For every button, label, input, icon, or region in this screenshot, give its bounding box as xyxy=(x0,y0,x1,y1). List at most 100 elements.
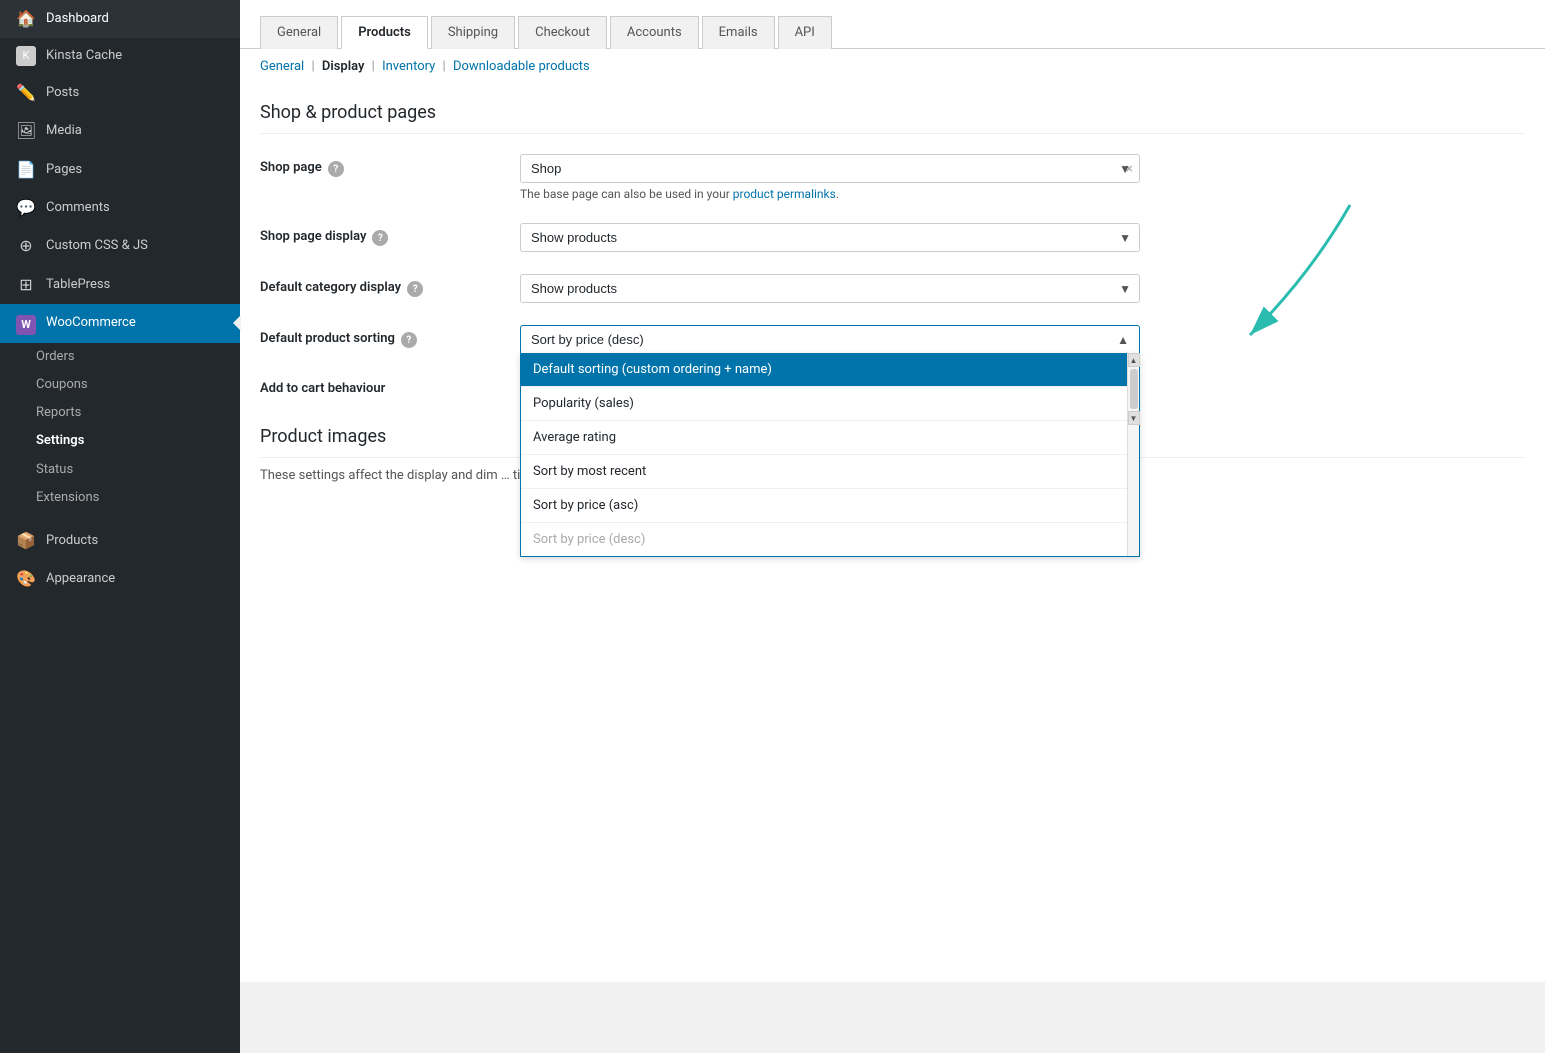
shop-page-select-wrap: Shop × ▼ xyxy=(520,154,1140,183)
sidebar-item-label: TablePress xyxy=(46,276,224,294)
subnav-display: Display xyxy=(322,59,365,74)
category-display-label: Default category display ? xyxy=(260,274,520,297)
tabs-bar: General Products Shipping Checkout Accou… xyxy=(240,0,1545,49)
sidebar-item-products[interactable]: 📦 Products xyxy=(0,522,240,560)
settings-row-shop-page-display: Shop page display ? Show products ▼ xyxy=(260,223,1525,252)
kinsta-icon: K xyxy=(16,46,36,65)
tablepress-icon: ⊞ xyxy=(16,274,36,296)
subnav-sep-2: | xyxy=(372,59,375,74)
sidebar-item-extensions[interactable]: Extensions xyxy=(36,484,240,512)
sidebar-item-label: Posts xyxy=(46,84,224,102)
sidebar-item-status[interactable]: Status xyxy=(36,456,240,484)
sidebar-item-label: Products xyxy=(46,532,224,550)
tab-accounts[interactable]: Accounts xyxy=(610,16,699,49)
sidebar-item-label: Custom CSS & JS xyxy=(46,237,224,255)
sidebar-item-woocommerce[interactable]: W WooCommerce xyxy=(0,304,240,343)
dropdown-item-popularity[interactable]: Popularity (sales) xyxy=(521,387,1127,421)
dropdown-item-recent[interactable]: Sort by most recent xyxy=(521,455,1127,489)
category-display-select[interactable]: Show products xyxy=(521,275,1139,302)
category-display-help-icon[interactable]: ? xyxy=(407,281,423,297)
woocommerce-submenu: Orders Coupons Reports Settings Status E… xyxy=(0,343,240,512)
product-sorting-arrow-btn[interactable]: ▲ xyxy=(1107,327,1139,353)
sidebar-item-pages[interactable]: 📄 Pages xyxy=(0,151,240,189)
shop-page-display-select-wrap: Show products ▼ xyxy=(520,223,1140,252)
sidebar-item-tablepress[interactable]: ⊞ TablePress xyxy=(0,266,240,304)
product-sorting-label: Default product sorting ? xyxy=(260,325,520,348)
dropdown-scrollbar: ▲ ▼ xyxy=(1127,353,1139,556)
product-permalinks-link[interactable]: product permalinks xyxy=(733,187,836,201)
posts-icon: ✏️ xyxy=(16,82,36,104)
media-icon: 🖼 xyxy=(16,120,36,142)
tab-shipping[interactable]: Shipping xyxy=(431,16,515,49)
tab-emails[interactable]: Emails xyxy=(702,16,775,49)
sidebar: 🏠 Dashboard K Kinsta Cache ✏️ Posts 🖼 Me… xyxy=(0,0,240,1053)
dropdown-item-default[interactable]: Default sorting (custom ordering + name) xyxy=(521,353,1127,387)
scroll-up-btn[interactable]: ▲ xyxy=(1128,353,1140,367)
sidebar-item-orders[interactable]: Orders xyxy=(36,343,240,371)
sidebar-item-custom-css-js[interactable]: ⊕ Custom CSS & JS xyxy=(0,227,240,265)
tab-products[interactable]: Products xyxy=(341,16,428,49)
tab-general[interactable]: General xyxy=(260,16,338,49)
dropdown-item-rating[interactable]: Average rating xyxy=(521,421,1127,455)
woocommerce-icon: W xyxy=(16,312,36,335)
shop-page-select[interactable]: Shop xyxy=(521,155,1120,182)
scrollbar-thumb xyxy=(1130,369,1138,409)
sidebar-item-dashboard[interactable]: 🏠 Dashboard xyxy=(0,0,240,38)
product-sorting-input[interactable] xyxy=(521,326,1107,353)
category-display-select-wrap: Show products ▼ xyxy=(520,274,1140,303)
add-to-cart-label: Add to cart behaviour xyxy=(260,375,520,396)
shop-page-desc: The base page can also be used in your p… xyxy=(520,187,1140,201)
shop-page-display-help-icon[interactable]: ? xyxy=(372,230,388,246)
tab-checkout[interactable]: Checkout xyxy=(518,16,607,49)
sidebar-item-label: Kinsta Cache xyxy=(46,47,224,65)
settings-row-shop-page: Shop page ? Shop × ▼ The base page can a… xyxy=(260,154,1525,201)
dropdown-scrollbar-wrap: Default sorting (custom ordering + name)… xyxy=(521,353,1139,556)
main-content: General Products Shipping Checkout Accou… xyxy=(240,0,1545,1053)
dropdown-item-price-asc[interactable]: Sort by price (asc) xyxy=(521,489,1127,523)
sidebar-item-comments[interactable]: 💬 Comments xyxy=(0,189,240,227)
dashboard-icon: 🏠 xyxy=(16,8,36,30)
product-sorting-input-bar: ▲ xyxy=(520,325,1140,353)
settings-row-category-display: Default category display ? Show products… xyxy=(260,274,1525,303)
custom-css-icon: ⊕ xyxy=(16,235,36,257)
sub-navigation: General | Display | Inventory | Download… xyxy=(240,49,1545,82)
settings-row-product-sorting: Default product sorting ? ▲ Default sort… xyxy=(260,325,1525,353)
shop-page-display-field: Show products ▼ xyxy=(520,223,1140,252)
subnav-downloadable[interactable]: Downloadable products xyxy=(453,59,590,74)
settings-content: Shop & product pages Shop page ? Shop × … xyxy=(240,82,1545,982)
sidebar-item-label: Pages xyxy=(46,161,224,179)
sidebar-item-label: WooCommerce xyxy=(46,314,224,332)
section-title-shop: Shop & product pages xyxy=(260,102,1525,134)
subnav-sep-3: | xyxy=(443,59,446,74)
tab-api[interactable]: API xyxy=(778,16,832,49)
sidebar-item-appearance[interactable]: 🎨 Appearance xyxy=(0,560,240,598)
sidebar-item-coupons[interactable]: Coupons xyxy=(36,371,240,399)
sidebar-item-label: Dashboard xyxy=(46,10,224,28)
sidebar-item-label: Appearance xyxy=(46,570,224,588)
dropdown-item-price-desc[interactable]: Sort by price (desc) xyxy=(521,523,1127,556)
sidebar-item-label: Media xyxy=(46,122,224,140)
sidebar-item-settings[interactable]: Settings xyxy=(36,427,240,455)
product-sorting-help-icon[interactable]: ? xyxy=(401,332,417,348)
dropdown-list-inner: Default sorting (custom ordering + name)… xyxy=(521,353,1127,556)
product-sorting-field: ▲ Default sorting (custom ordering + nam… xyxy=(520,325,1140,353)
shop-page-label: Shop page ? xyxy=(260,154,520,177)
sidebar-item-reports[interactable]: Reports xyxy=(36,399,240,427)
product-sorting-dropdown: ▲ Default sorting (custom ordering + nam… xyxy=(520,325,1140,353)
sidebar-item-posts[interactable]: ✏️ Posts xyxy=(0,74,240,112)
content-wrap: General Products Shipping Checkout Accou… xyxy=(240,0,1545,982)
sidebar-item-label: Comments xyxy=(46,199,224,217)
shop-page-clear-btn[interactable]: × xyxy=(1120,161,1139,177)
product-sorting-dropdown-list: Default sorting (custom ordering + name)… xyxy=(520,353,1140,557)
shop-page-help-icon[interactable]: ? xyxy=(328,161,344,177)
sidebar-item-kinsta-cache[interactable]: K Kinsta Cache xyxy=(0,38,240,73)
comments-icon: 💬 xyxy=(16,197,36,219)
shop-page-field: Shop × ▼ The base page can also be used … xyxy=(520,154,1140,201)
subnav-general[interactable]: General xyxy=(260,59,304,74)
category-display-field: Show products ▼ xyxy=(520,274,1140,303)
scroll-down-btn[interactable]: ▼ xyxy=(1128,411,1140,425)
sidebar-item-media[interactable]: 🖼 Media xyxy=(0,112,240,150)
shop-page-display-label: Shop page display ? xyxy=(260,223,520,246)
subnav-inventory[interactable]: Inventory xyxy=(382,59,435,74)
shop-page-display-select[interactable]: Show products xyxy=(521,224,1139,251)
